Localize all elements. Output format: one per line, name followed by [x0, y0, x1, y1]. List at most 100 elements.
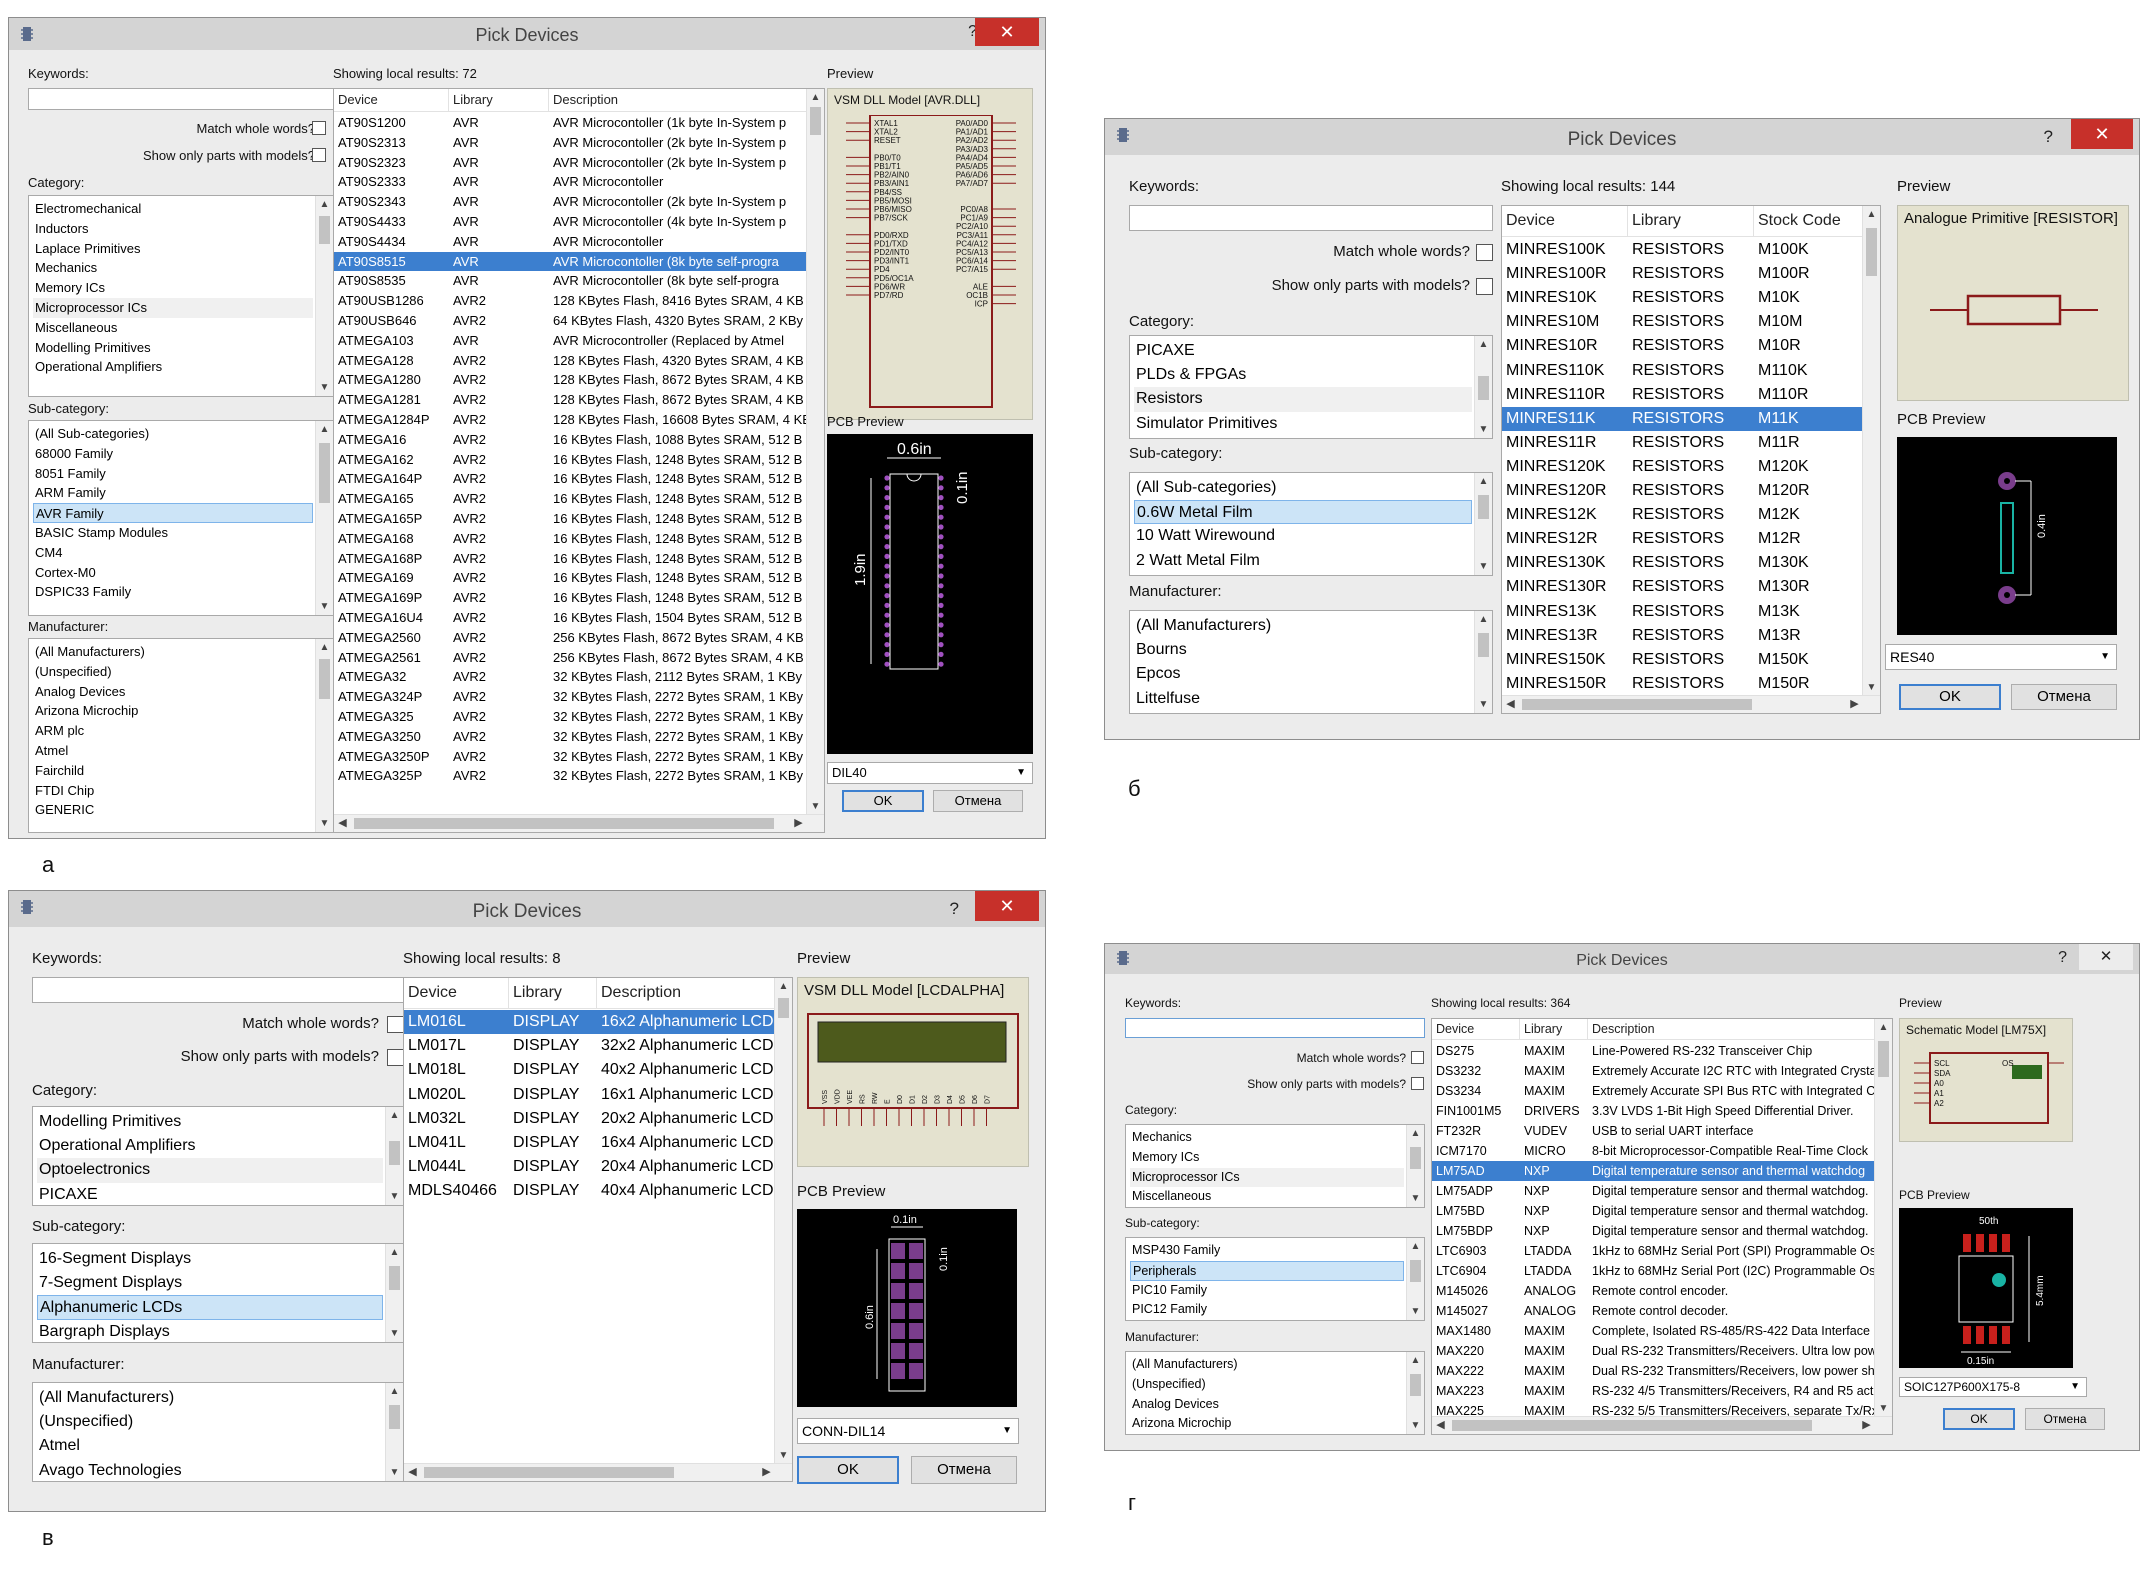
- close-button[interactable]: ✕: [2071, 119, 2133, 149]
- scroll-left-arrow[interactable]: ◀: [1502, 696, 1519, 713]
- table-row[interactable]: AT90USB1286 AVR2 128 KBytes Flash, 8416 By…: [334, 291, 807, 311]
- scroll-up-arrow[interactable]: ▲: [316, 196, 333, 213]
- category-list[interactable]: Mechanics Memory ICs Microprocessor ICs Mis…: [1125, 1124, 1425, 1208]
- list-item[interactable]: Cortex-M0: [33, 563, 313, 583]
- list-item[interactable]: 8051 Family: [33, 464, 313, 484]
- list-item[interactable]: Modelling Primitives: [37, 1110, 383, 1134]
- scroll-up-arrow[interactable]: ▲: [316, 421, 333, 438]
- category-list[interactable]: Modelling Primitives Operational Amplifie…: [32, 1106, 404, 1206]
- table-row[interactable]: MINRES110R RESISTORS M110R: [1502, 383, 1863, 407]
- cancel-button[interactable]: Отмена: [933, 790, 1023, 812]
- scroll-thumb[interactable]: [1410, 1147, 1421, 1169]
- table-row[interactable]: LM75ADP NXP Digital temperature sensor and…: [1432, 1181, 1875, 1201]
- match-whole-words-checkbox[interactable]: [312, 121, 326, 135]
- list-item[interactable]: ARM plc: [33, 721, 313, 741]
- scroll-right-arrow[interactable]: ▶: [790, 815, 807, 832]
- match-whole-words-checkbox[interactable]: [1411, 1051, 1424, 1064]
- table-row[interactable]: AT90S2313 AVR AVR Microcontoller (2k byte …: [334, 133, 807, 153]
- list-item[interactable]: PIC12 Family: [1130, 1300, 1404, 1320]
- list-item[interactable]: (All Manufacturers): [1134, 614, 1472, 638]
- horizontal-scrollbar[interactable]: ◀ ▶: [1502, 695, 1880, 713]
- table-row[interactable]: MAX1480 MAXIM Complete, Isolated RS-485/RS…: [1432, 1321, 1875, 1341]
- table-row[interactable]: MINRES10K RESISTORS M10K: [1502, 286, 1863, 310]
- scroll-thumb[interactable]: [778, 998, 789, 1018]
- vertical-scrollbar[interactable]: ▲ ▼: [1874, 1019, 1892, 1417]
- scroll-down-arrow[interactable]: ▼: [1475, 696, 1492, 713]
- list-item[interactable]: Operational Amplifiers: [37, 1134, 383, 1158]
- scroll-thumb[interactable]: [389, 1141, 400, 1165]
- scroll-thumb[interactable]: [389, 1266, 400, 1290]
- scroll-down-arrow[interactable]: ▼: [1407, 1303, 1424, 1320]
- scroll-down-arrow[interactable]: ▼: [1475, 421, 1492, 438]
- keywords-input[interactable]: [1129, 205, 1493, 231]
- list-item[interactable]: DSPIC33 Family: [33, 582, 313, 602]
- scroll-left-arrow[interactable]: ◀: [1432, 1417, 1449, 1434]
- scroll-down-arrow[interactable]: ▼: [316, 815, 333, 832]
- subcategory-list[interactable]: (All Sub-categories) 68000 Family 8051 Fam…: [28, 420, 334, 616]
- scroll-up-arrow[interactable]: ▲: [1475, 336, 1492, 353]
- list-item[interactable]: PICAXE: [1134, 339, 1472, 363]
- cancel-button[interactable]: Отмена: [2025, 1408, 2105, 1430]
- scroll-thumb[interactable]: [1478, 376, 1489, 400]
- table-row[interactable]: ATMEGA165P AVR2 16 KBytes Flash, 1248 Byte…: [334, 509, 807, 529]
- table-row[interactable]: ATMEGA324P AVR2 32 KBytes Flash, 2272 Byte…: [334, 687, 807, 707]
- table-row[interactable]: MAX223 MAXIM RS-232 4/5 Transmitters/Recei…: [1432, 1381, 1877, 1401]
- scroll-thumb[interactable]: [319, 659, 330, 699]
- list-item[interactable]: 16-Segment Displays: [37, 1247, 383, 1271]
- scroll-up-arrow[interactable]: ▲: [386, 1383, 403, 1400]
- scroll-down-arrow[interactable]: ▼: [1875, 1400, 1892, 1417]
- list-item[interactable]: Simulator Primitives: [1134, 412, 1472, 436]
- table-row[interactable]: LM75BD NXP Digital temperature sensor and …: [1432, 1201, 1875, 1221]
- table-row[interactable]: ATMEGA128 AVR2 128 KBytes Flash, 4320 Byte…: [334, 351, 807, 371]
- ok-button[interactable]: OK: [797, 1456, 899, 1484]
- table-row[interactable]: MINRES150K RESISTORS M150K: [1502, 648, 1863, 672]
- table-row[interactable]: AT90S4433 AVR AVR Microcontoller (4k byte …: [334, 212, 807, 232]
- vertical-scrollbar[interactable]: ▲ ▼: [315, 639, 333, 832]
- table-row[interactable]: AT90S2323 AVR AVR Microcontoller (2k byte …: [334, 153, 807, 173]
- scroll-up-arrow[interactable]: ▲: [1863, 206, 1880, 223]
- table-row[interactable]: M145027 ANALOG Remote control decoder.: [1432, 1301, 1875, 1321]
- help-button[interactable]: ?: [2058, 949, 2067, 967]
- scroll-down-arrow[interactable]: ▼: [316, 379, 333, 396]
- column-header[interactable]: Description: [597, 978, 777, 1008]
- scroll-down-arrow[interactable]: ▼: [1407, 1417, 1424, 1434]
- scroll-down-arrow[interactable]: ▼: [316, 598, 333, 615]
- scroll-thumb[interactable]: [319, 443, 330, 503]
- scroll-thumb[interactable]: [1410, 1374, 1421, 1396]
- vertical-scrollbar[interactable]: ▲ ▼: [806, 89, 824, 815]
- results-table[interactable]: Device Library Description DS275 MAXIM Line-P…: [1431, 1018, 1893, 1435]
- table-row[interactable]: AT90S8535 AVR AVR Microcontoller (8k byte …: [334, 271, 807, 291]
- cancel-button[interactable]: Отмена: [2011, 684, 2117, 710]
- list-item[interactable]: Mechanics: [1130, 1128, 1404, 1148]
- list-item[interactable]: Epcos: [1134, 662, 1472, 686]
- table-row[interactable]: ATMEGA325P AVR2 32 KBytes Flash, 2272 Byte…: [334, 766, 807, 786]
- list-item[interactable]: PIC10 Family: [1130, 1281, 1404, 1301]
- ok-button[interactable]: OK: [1899, 684, 2001, 710]
- table-row[interactable]: ATMEGA3250 AVR2 32 KBytes Flash, 2272 Byte…: [334, 727, 807, 747]
- table-row[interactable]: LM044L DISPLAY 20x4 Alphanumeric LCD: [404, 1155, 775, 1179]
- table-row[interactable]: MINRES12K RESISTORS M12K: [1502, 503, 1863, 527]
- table-row[interactable]: MINRES12R RESISTORS M12R: [1502, 527, 1863, 551]
- table-row[interactable]: MINRES150R RESISTORS M150R: [1502, 672, 1863, 696]
- list-item[interactable]: (All Manufacturers): [37, 1386, 383, 1410]
- show-only-models-checkbox[interactable]: [387, 1049, 404, 1066]
- list-item[interactable]: GENERIC: [33, 800, 313, 820]
- scroll-down-arrow[interactable]: ▼: [807, 798, 824, 815]
- table-row[interactable]: MINRES100R RESISTORS M100R: [1502, 262, 1863, 286]
- vertical-scrollbar[interactable]: ▲ ▼: [1862, 206, 1880, 696]
- table-row[interactable]: ATMEGA2561 AVR2 256 KBytes Flash, 8672 Byt…: [334, 648, 807, 668]
- results-table[interactable]: Device Library Stock Code MINRES100K RESISTO…: [1501, 205, 1881, 714]
- table-row[interactable]: ATMEGA169P AVR2 16 KBytes Flash, 1248 Byte…: [334, 588, 807, 608]
- scroll-thumb[interactable]: [354, 818, 774, 829]
- scroll-thumb[interactable]: [1866, 228, 1877, 276]
- table-row[interactable]: AT90S2333 AVR AVR Microcontoller: [334, 172, 807, 192]
- table-row[interactable]: ATMEGA3250P AVR2 32 KBytes Flash, 2272 Byt…: [334, 747, 807, 767]
- table-row[interactable]: M145026 ANALOG Remote control encoder.: [1432, 1281, 1875, 1301]
- list-item[interactable]: Analog Devices: [1130, 1395, 1404, 1415]
- vertical-scrollbar[interactable]: ▲ ▼: [774, 978, 792, 1464]
- table-row[interactable]: LM017L DISPLAY 32x2 Alphanumeric LCD: [404, 1034, 775, 1058]
- list-item[interactable]: Alphanumeric LCDs: [37, 1295, 383, 1320]
- list-item[interactable]: 10 Watt Wirewound: [1134, 524, 1472, 548]
- table-row[interactable]: ATMEGA168 AVR2 16 KBytes Flash, 1248 Bytes…: [334, 529, 807, 549]
- table-row[interactable]: ATMEGA168P AVR2 16 KBytes Flash, 1248 Byte…: [334, 549, 807, 569]
